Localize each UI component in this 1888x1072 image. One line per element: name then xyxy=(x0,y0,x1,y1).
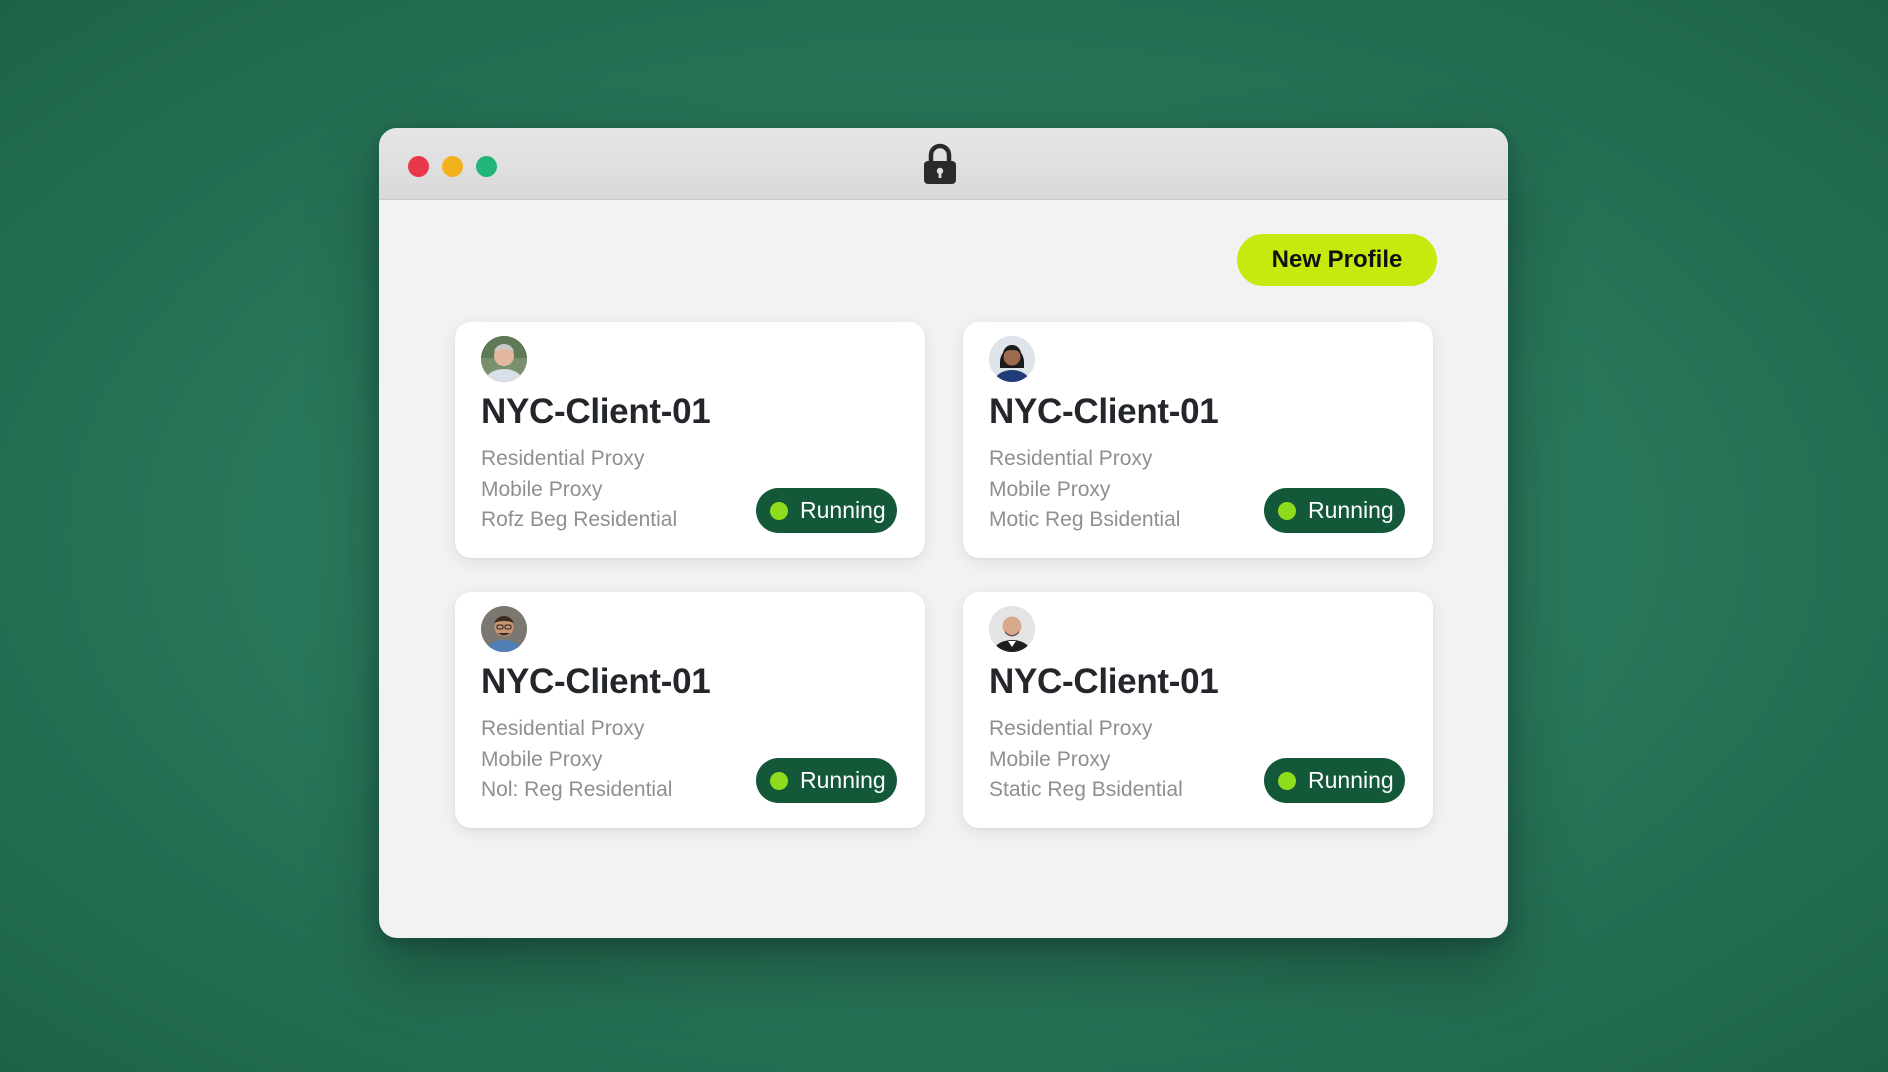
avatar-bald-man-icon xyxy=(989,606,1035,652)
profile-name: NYC-Client-01 xyxy=(481,392,711,431)
title-bar xyxy=(379,128,1508,200)
proxy-list: Residential Proxy Mobile Proxy Nol: Reg … xyxy=(481,714,672,806)
avatar xyxy=(481,606,527,652)
status-label: Running xyxy=(1308,767,1394,793)
proxy-list: Residential Proxy Mobile Proxy Rofz Beg … xyxy=(481,444,677,536)
proxy-list: Residential Proxy Mobile Proxy Static Re… xyxy=(989,714,1183,806)
lock-icon xyxy=(924,143,956,184)
profile-card[interactable]: NYC-Client-01 Residential Proxy Mobile P… xyxy=(963,322,1433,558)
avatar-man-glasses-icon xyxy=(481,606,527,652)
minimize-button[interactable] xyxy=(442,156,463,177)
profile-name: NYC-Client-01 xyxy=(989,392,1219,431)
avatar-older-man-icon xyxy=(481,336,527,382)
close-button[interactable] xyxy=(408,156,429,177)
profiles-panel: New Profile NYC-Client-01 Residential Pr… xyxy=(379,200,1508,938)
status-label: Running xyxy=(1308,497,1394,523)
status-badge[interactable]: Running xyxy=(756,488,897,533)
new-profile-button[interactable]: New Profile xyxy=(1237,234,1437,286)
status-dot-icon xyxy=(770,501,788,520)
browser-window: New Profile NYC-Client-01 Residential Pr… xyxy=(379,128,1508,938)
profile-name: NYC-Client-01 xyxy=(989,662,1219,701)
status-dot-icon xyxy=(1278,771,1296,790)
window-controls xyxy=(408,156,497,177)
maximize-button[interactable] xyxy=(476,156,497,177)
status-badge[interactable]: Running xyxy=(756,758,897,803)
proxy-item: Static Reg Bsidential xyxy=(989,778,1183,801)
profile-card[interactable]: NYC-Client-01 Residential Proxy Mobile P… xyxy=(963,592,1433,828)
proxy-item: Residential Proxy xyxy=(481,717,645,740)
status-dot-icon xyxy=(770,771,788,790)
status-label: Running xyxy=(800,497,886,523)
proxy-item: Residential Proxy xyxy=(481,447,645,470)
avatar xyxy=(989,606,1035,652)
proxy-item: Mobile Proxy xyxy=(481,747,603,771)
avatar xyxy=(481,336,527,382)
proxy-item: Residential Proxy xyxy=(989,717,1153,740)
profile-card[interactable]: NYC-Client-01 Residential Proxy Mobile P… xyxy=(455,322,925,558)
proxy-item: Mobile Proxy xyxy=(989,747,1111,771)
proxy-item: Mobile Proxy xyxy=(481,477,603,501)
status-badge[interactable]: Running xyxy=(1264,758,1405,803)
status-badge[interactable]: Running xyxy=(1264,488,1405,533)
proxy-item: Mobile Proxy xyxy=(989,477,1111,501)
profile-name: NYC-Client-01 xyxy=(481,662,711,701)
proxy-item: Motic Reg Bsidential xyxy=(989,508,1181,531)
avatar-woman-icon xyxy=(989,336,1035,382)
proxy-item: Rofz Beg Residential xyxy=(481,508,678,531)
status-dot-icon xyxy=(1278,501,1296,520)
avatar xyxy=(989,336,1035,382)
proxy-item: Residential Proxy xyxy=(989,447,1153,470)
profile-card[interactable]: NYC-Client-01 Residential Proxy Mobile P… xyxy=(455,592,925,828)
profile-grid: NYC-Client-01 Residential Proxy Mobile P… xyxy=(455,322,1433,828)
status-label: Running xyxy=(800,767,886,793)
proxy-item: Nol: Reg Residential xyxy=(481,778,673,801)
proxy-list: Residential Proxy Mobile Proxy Motic Reg… xyxy=(989,444,1180,536)
